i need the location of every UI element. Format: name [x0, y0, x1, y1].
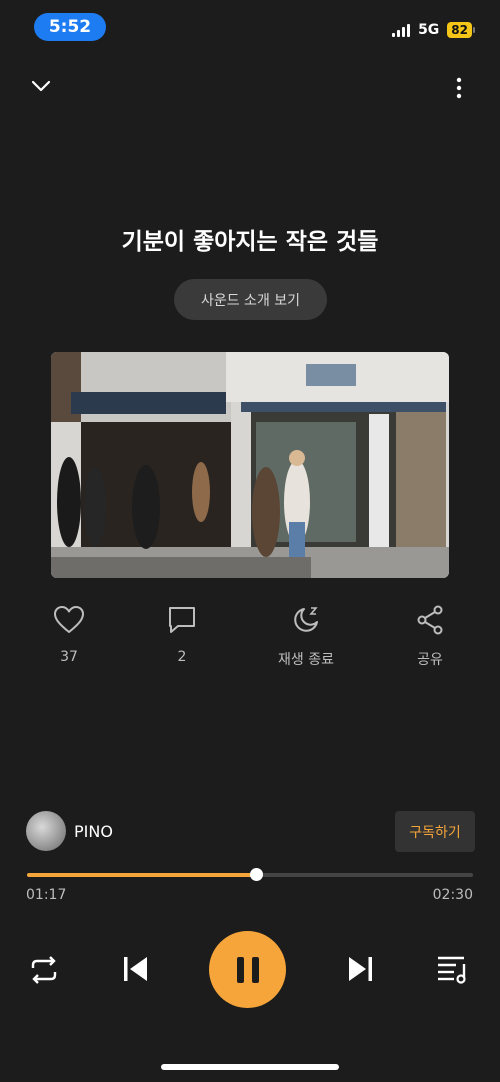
progress-handle[interactable] [250, 868, 263, 881]
skip-previous-icon [124, 957, 147, 981]
sound-intro-button[interactable]: 사운드 소개 보기 [174, 279, 327, 320]
pause-icon [236, 956, 259, 983]
share-label: 공유 [417, 652, 443, 668]
more-options-button[interactable] [452, 77, 466, 103]
comment-icon [169, 607, 195, 633]
current-time: 01:17 [26, 887, 67, 903]
status-time: 5:52 [34, 13, 106, 41]
subscribe-button[interactable]: 구독하기 [395, 811, 475, 852]
sleep-timer-label: 재생 종료 [278, 652, 334, 668]
moon-sleep-icon [294, 607, 318, 632]
cover-image [51, 352, 449, 578]
playlist-button[interactable] [436, 954, 470, 988]
comment-count: 2 [177, 649, 187, 665]
artist-name[interactable]: PINO [74, 822, 113, 841]
like-count: 37 [60, 649, 78, 665]
playlist-icon [438, 956, 466, 984]
battery-indicator: 82 [447, 22, 475, 38]
chevron-down-icon [31, 80, 51, 92]
heart-icon [54, 606, 84, 633]
network-type: 5G [418, 22, 440, 38]
collapse-button[interactable] [30, 78, 52, 98]
pause-button[interactable] [209, 931, 286, 1008]
next-button[interactable] [345, 955, 375, 987]
share-button[interactable]: 공유 [385, 605, 475, 669]
sound-title: 기분이 좋아지는 작은 것들 [121, 229, 379, 255]
progress-fill [27, 873, 256, 877]
previous-button[interactable] [121, 955, 151, 987]
home-indicator [161, 1064, 339, 1070]
more-vertical-icon [456, 77, 462, 99]
repeat-icon [31, 956, 57, 984]
skip-next-icon [349, 957, 372, 981]
total-time: 02:30 [432, 887, 473, 903]
comment-button[interactable]: 2 [137, 605, 227, 665]
like-button[interactable]: 37 [24, 605, 114, 665]
repeat-button[interactable] [28, 955, 60, 989]
signal-icon [392, 23, 411, 37]
status-indicators: 5G 82 [392, 22, 475, 38]
share-icon [417, 605, 443, 635]
sleep-timer-button[interactable]: 재생 종료 [261, 605, 351, 669]
artist-avatar[interactable] [26, 811, 66, 851]
